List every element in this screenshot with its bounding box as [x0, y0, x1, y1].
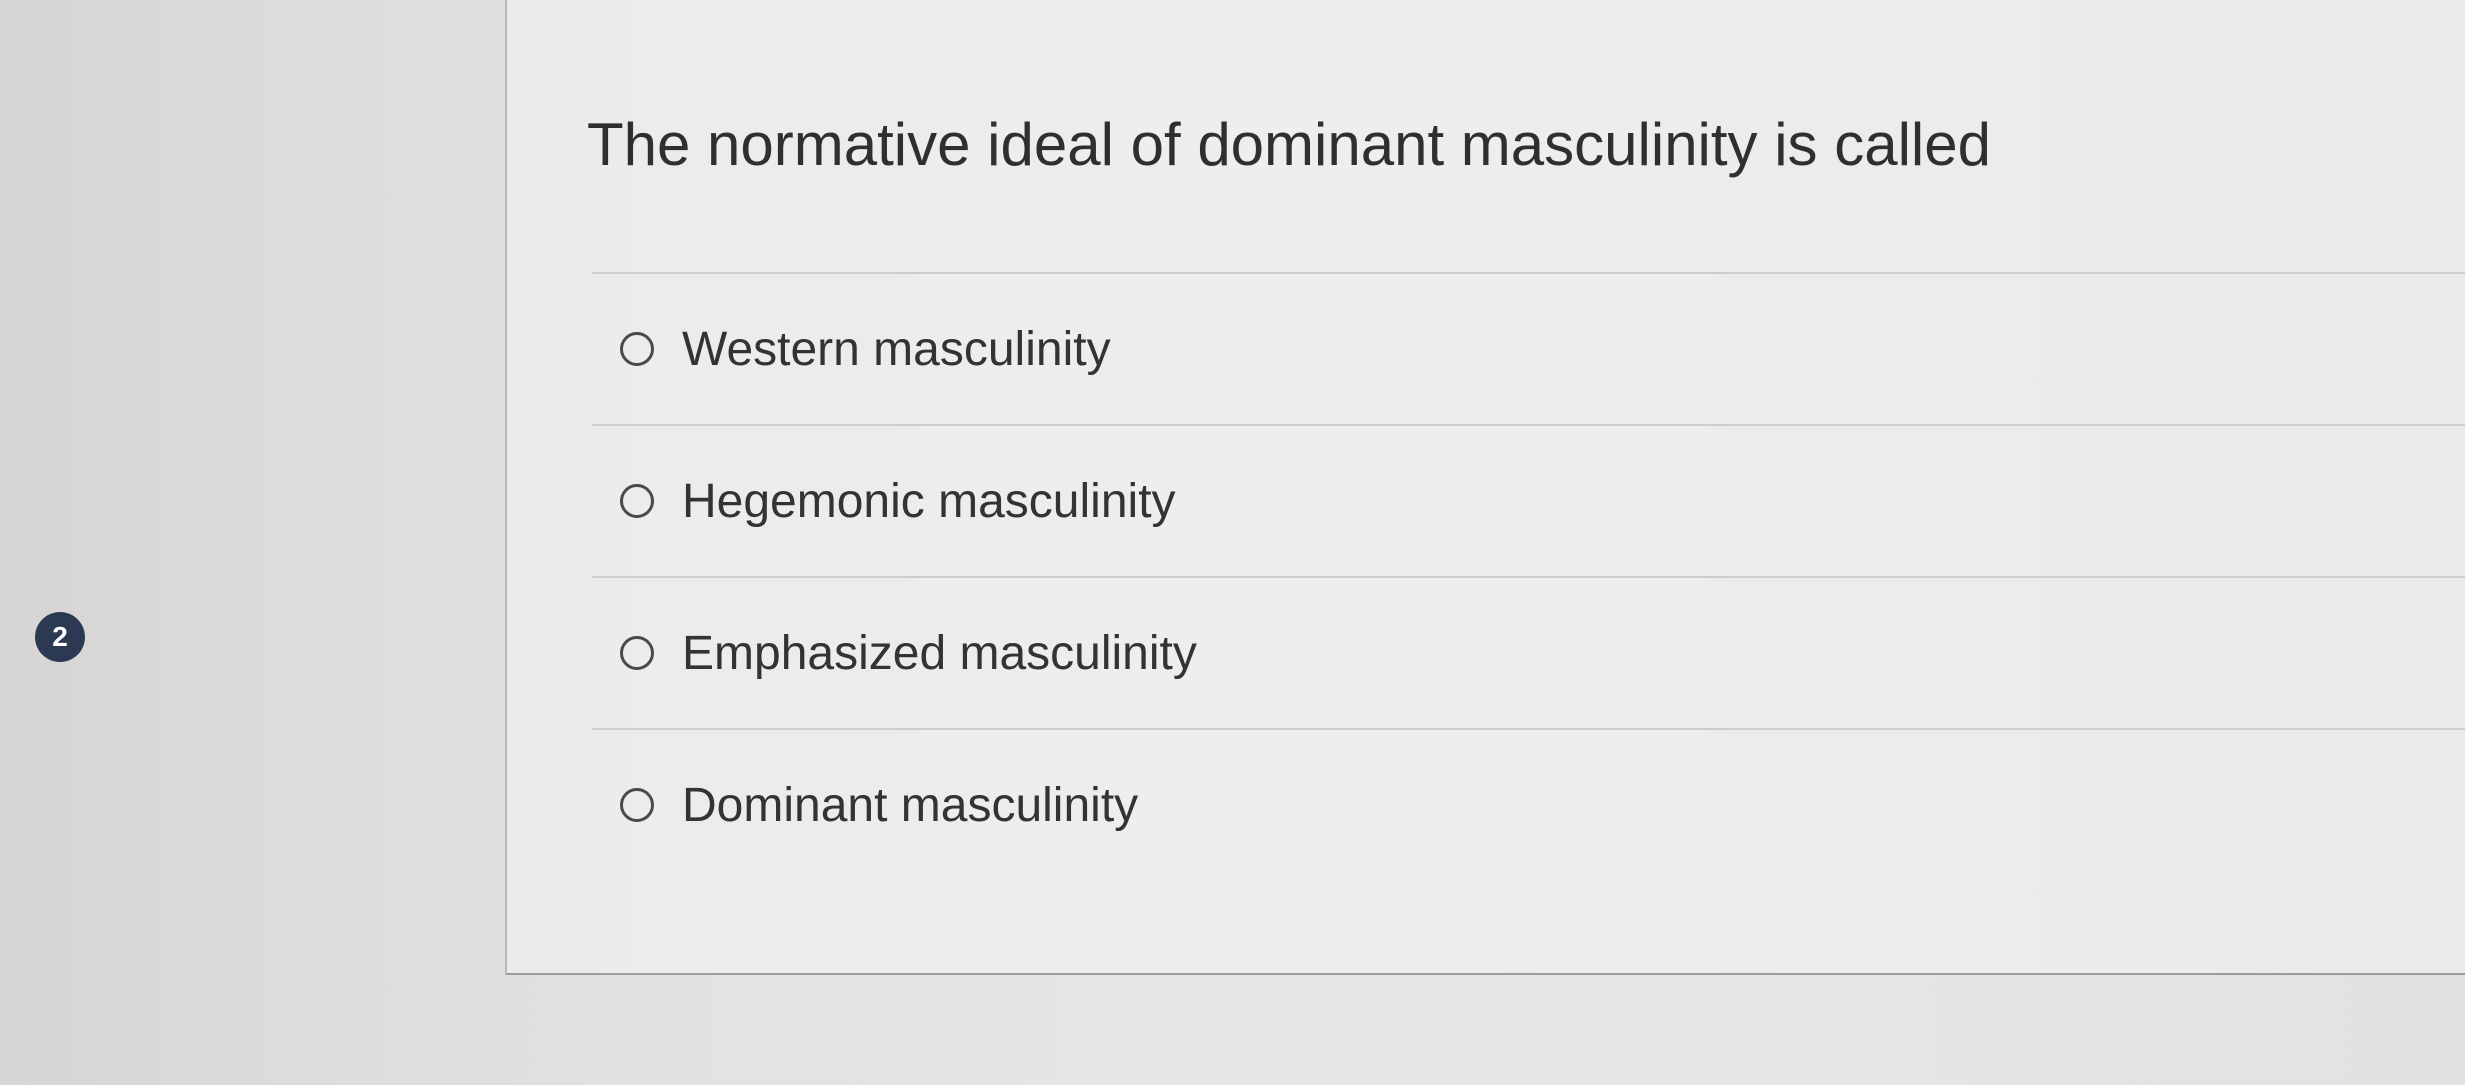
question-number-badge: 2	[35, 612, 85, 662]
answer-label: Dominant masculinity	[682, 778, 1139, 832]
answer-label: Emphasized masculinity	[682, 626, 1197, 680]
answer-option-hegemonic[interactable]: Hegemonic masculinity	[592, 424, 2465, 576]
answer-option-western[interactable]: Western masculinity	[592, 272, 2465, 424]
radio-button[interactable]	[620, 636, 654, 670]
radio-button[interactable]	[620, 332, 654, 366]
question-card: The normative ideal of dominant masculin…	[505, 0, 2465, 975]
answer-label: Western masculinity	[682, 322, 1111, 376]
radio-button[interactable]	[620, 484, 654, 518]
answer-options: Western masculinity Hegemonic masculinit…	[592, 272, 2465, 880]
answer-label: Hegemonic masculinity	[682, 474, 1176, 528]
answer-option-dominant[interactable]: Dominant masculinity	[592, 728, 2465, 880]
radio-button[interactable]	[620, 788, 654, 822]
question-text: The normative ideal of dominant masculin…	[587, 111, 1991, 178]
answer-option-emphasized[interactable]: Emphasized masculinity	[592, 576, 2465, 728]
